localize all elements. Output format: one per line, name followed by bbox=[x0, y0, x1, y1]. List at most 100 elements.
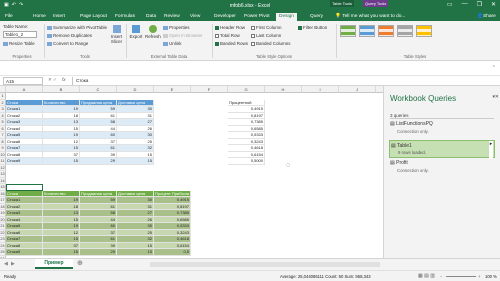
zoom-slider[interactable] bbox=[446, 276, 476, 277]
total-row-label: Total Row bbox=[220, 33, 240, 38]
column-header[interactable]: A bbox=[6, 86, 43, 93]
column-header[interactable]: E bbox=[154, 86, 191, 93]
table-style-swatch[interactable] bbox=[340, 25, 356, 37]
column-header[interactable]: B bbox=[43, 86, 80, 93]
properties-button[interactable]: Properties bbox=[163, 25, 190, 30]
tab-insert[interactable]: Insert bbox=[50, 13, 68, 21]
checkbox-icon bbox=[251, 25, 255, 30]
cell[interactable]: Стока9 bbox=[6, 249, 43, 256]
query-item-selected[interactable]: ▤ Table1 9 rows loaded. ▸ bbox=[389, 140, 495, 159]
restore-button[interactable]: ❐ bbox=[477, 1, 482, 8]
new-sheet-icon[interactable]: ⊕ bbox=[77, 260, 83, 267]
formula-icons: ✕ ✓ bbox=[48, 77, 57, 82]
separator bbox=[212, 24, 213, 58]
table-style-swatch[interactable] bbox=[359, 25, 375, 37]
banded-columns-checkbox[interactable]: Banded Columns bbox=[251, 41, 291, 46]
tab-file[interactable]: File bbox=[2, 13, 16, 21]
tab-query[interactable]: Query bbox=[307, 13, 326, 21]
cell[interactable]: 0,5000 bbox=[228, 158, 265, 165]
table-style-swatch[interactable] bbox=[378, 25, 394, 37]
fx-icon[interactable]: fx bbox=[62, 77, 66, 82]
cell[interactable]: 29 bbox=[80, 249, 117, 256]
tab-developer[interactable]: Developer bbox=[211, 13, 239, 21]
export-button[interactable]: Export bbox=[129, 25, 143, 39]
column-header[interactable]: G bbox=[228, 86, 265, 93]
convert-icon bbox=[47, 41, 52, 46]
table-style-swatch[interactable] bbox=[416, 25, 432, 37]
busy-cursor-icon: ◌ bbox=[286, 162, 291, 169]
tell-me-box[interactable]: 💡 Tell me what you want to do... bbox=[335, 13, 405, 21]
open-in-browser-button[interactable]: Open in Browser bbox=[163, 33, 203, 38]
query-name: ▤ ListFunctionsPQ bbox=[390, 121, 494, 127]
minimize-button[interactable]: — bbox=[462, 1, 468, 8]
tab-review[interactable]: Review bbox=[161, 13, 183, 21]
summarize-pivot-button[interactable]: Summarize with PivotTable bbox=[47, 25, 107, 30]
cell[interactable]: 15 bbox=[117, 158, 154, 165]
group-table-styles: Table Styles bbox=[403, 54, 427, 59]
banded-rows-checkbox[interactable]: Banded Rows bbox=[215, 41, 248, 46]
cell[interactable]: 29 bbox=[80, 158, 117, 165]
pane-close-icon[interactable]: ✕ bbox=[495, 94, 499, 100]
worksheet-grid[interactable]: ABCDEFGHIJK 1234567891011121314151617181… bbox=[0, 86, 383, 258]
ribbon-display-icon[interactable]: ▭ bbox=[447, 1, 453, 8]
close-button[interactable]: ✕ bbox=[491, 1, 496, 8]
name-box[interactable]: A15 bbox=[3, 77, 43, 85]
column-header[interactable]: C bbox=[80, 86, 117, 93]
query-name-text: Table1 bbox=[397, 143, 412, 149]
horizontal-scrollbar[interactable] bbox=[150, 262, 380, 267]
last-column-checkbox[interactable]: Last Column bbox=[251, 33, 281, 38]
convert-to-range-button[interactable]: Convert to Range bbox=[47, 41, 88, 46]
cell[interactable]: 15 bbox=[43, 249, 80, 256]
share-button[interactable]: 👤Share bbox=[474, 13, 499, 21]
table-styles-gallery[interactable] bbox=[340, 25, 490, 51]
active-cell-outline bbox=[6, 184, 43, 191]
cell[interactable]: 15 bbox=[117, 249, 154, 256]
tab-formulas[interactable]: Formulas bbox=[112, 13, 138, 21]
unlink-button[interactable]: Unlink bbox=[163, 41, 182, 46]
refresh-button[interactable]: Refresh bbox=[145, 25, 161, 39]
tab-view[interactable]: View bbox=[187, 13, 203, 21]
first-column-checkbox[interactable]: First Column bbox=[251, 25, 282, 30]
resize-table-button[interactable]: Resize Table bbox=[3, 41, 35, 46]
status-ready: Ready bbox=[4, 274, 17, 279]
query-peek-icon[interactable]: ▸ bbox=[489, 141, 493, 159]
query-item[interactable]: ▤ ListFunctionsPQ Connection only. bbox=[390, 121, 494, 139]
tab-page-layout[interactable]: Page Layout bbox=[77, 13, 110, 21]
zoom-in-icon[interactable]: + bbox=[478, 274, 480, 279]
properties-icon bbox=[163, 25, 168, 30]
cell[interactable]: Стока9 bbox=[6, 158, 43, 165]
lightbulb-icon: 💡 bbox=[335, 14, 341, 19]
tab-power-pivot[interactable]: Power Pivot bbox=[241, 13, 273, 21]
total-row-checkbox[interactable]: Total Row bbox=[215, 33, 240, 38]
insert-slicer-button[interactable]: Insert Slicer bbox=[109, 25, 124, 44]
column-header[interactable]: H bbox=[265, 86, 302, 93]
sheet-tab-active[interactable]: Пример bbox=[35, 259, 73, 269]
filter-button-checkbox[interactable]: Filter Button bbox=[298, 25, 327, 30]
scroll-left-icon[interactable]: ◀ bbox=[4, 261, 8, 267]
query-item[interactable]: ▤ Profit Connection only. bbox=[390, 160, 494, 178]
view-buttons[interactable]: ▦ ▤ ▥ bbox=[418, 273, 435, 279]
column-header[interactable]: F bbox=[191, 86, 228, 93]
header-row-checkbox[interactable]: Header Row bbox=[215, 25, 245, 30]
collapse-ribbon-icon[interactable]: ⌃ bbox=[492, 65, 496, 71]
column-header[interactable]: D bbox=[117, 86, 154, 93]
column-header[interactable]: K bbox=[376, 86, 383, 93]
cell[interactable]: 15 bbox=[43, 158, 80, 165]
tab-home[interactable]: Home bbox=[30, 13, 49, 21]
window-controls: ▭ — ❐ ✕ bbox=[447, 1, 496, 8]
cell[interactable]: 0,5 bbox=[154, 249, 191, 256]
column-header[interactable]: I bbox=[302, 86, 339, 93]
tab-data[interactable]: Data bbox=[143, 13, 159, 21]
pivot-icon bbox=[47, 25, 52, 30]
table-name-input[interactable]: Table1_2 bbox=[3, 31, 37, 38]
tell-me-text: Tell me what you want to do... bbox=[342, 14, 406, 19]
column-header[interactable]: J bbox=[339, 86, 376, 93]
zoom-out-icon[interactable]: − bbox=[440, 274, 442, 279]
remove-duplicates-button[interactable]: Remove Duplicates bbox=[47, 33, 92, 38]
table-name-label: Table Name: bbox=[3, 24, 29, 29]
title-bar: ▣ ↶ ↷ mfob6.xlsx - Excel Table Tools Que… bbox=[0, 0, 500, 12]
table-style-swatch[interactable] bbox=[397, 25, 413, 37]
scroll-right-icon[interactable]: ▶ bbox=[11, 261, 15, 267]
formula-input[interactable]: Стока bbox=[72, 77, 495, 85]
tab-design[interactable]: Design bbox=[276, 13, 297, 21]
